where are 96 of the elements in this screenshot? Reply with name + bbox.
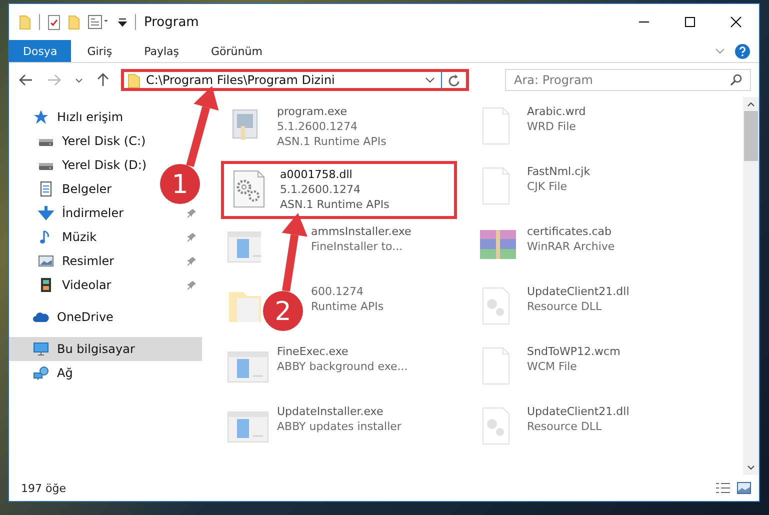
sidebar-label: Resimler [62,254,114,268]
file-detail: ABBY background exe... [277,359,408,374]
sidebar-item[interactable]: Bu bilgisayar [9,337,202,361]
file-name: Arabic.wrd [527,104,586,119]
sidebar-label: Bu bilgisayar [57,342,135,356]
sidebar-item[interactable]: Müzik [9,225,101,249]
file-name: ammsInstaller.exe [311,224,412,239]
file-name: UpdateClient21.dll [527,284,630,299]
download-arrow-icon [38,205,54,221]
sidebar-label: Videolar [62,278,112,292]
sidebar-label: Belgeler [62,182,112,196]
ribbon-tab[interactable]: Dosya [9,40,72,62]
file-detail: Runtime APIs [311,299,384,314]
file-detail: 5.1.2600.1274 [277,119,358,134]
step-badge [263,291,303,331]
vertical-scrollbar[interactable] [743,97,759,475]
sidebar-label: Yerel Disk (C:) [62,134,146,148]
file-detail: FineInstaller to... [311,239,403,254]
document-icon [38,181,54,197]
help-icon[interactable] [735,44,750,58]
file-name: UpdateClient21.dll [527,404,630,419]
sidebar-label: Ağ [57,366,73,380]
sidebar-item[interactable]: Videolar [9,273,116,297]
monitor-icon [33,341,49,357]
sidebar-item[interactable]: Yerel Disk (C:) [9,129,150,153]
recent-caret-icon[interactable] [75,78,83,82]
file-detail: Resource DLL [527,419,602,434]
customize-caret-icon[interactable] [118,17,127,27]
dropdown-caret-icon[interactable] [425,77,435,83]
scroll-thumb[interactable] [744,111,758,161]
highlighted-file[interactable]: a0001758.dll 5.1.2600.1274 ASN.1 Runtime APIs [221,161,457,219]
address-bar[interactable]: C:\Program Files\Program Dizini [121,69,469,91]
pin-icon[interactable] [187,232,197,242]
sidebar-item[interactable]: Resimler [9,249,118,273]
address-path: C:\Program Files\Program Dizini [146,73,336,87]
scroll-down-icon[interactable] [747,465,755,470]
file-detail: ABBY updates installer [277,419,402,434]
step-number: 2 [274,297,292,327]
item-count: 197 öğe [21,482,66,494]
properties-icon[interactable] [88,15,110,29]
details-view-icon[interactable] [715,482,731,494]
search-icon[interactable] [730,74,742,86]
sidebar-label: İndirmeler [62,206,124,220]
sidebar-item[interactable]: Hızlı erişim [9,105,128,129]
picture-icon [38,253,54,269]
sidebar-item[interactable]: İndirmeler [9,201,128,225]
file-name: FastNml.cjk [527,164,590,179]
sidebar-label: OneDrive [57,310,114,324]
ribbon-tab[interactable]: Paylaş [128,40,195,62]
file-name: certificates.cab [527,224,612,239]
back-arrow-icon[interactable] [19,74,33,86]
file-detail: ASN.1 Runtime APIs [280,197,390,212]
sidebar-label: Yerel Disk (D:) [62,158,147,172]
star-icon [33,109,49,125]
folder-icon[interactable] [68,14,80,30]
ribbon-tab[interactable]: Giriş [71,40,128,62]
film-strip-icon [38,277,54,293]
file-detail: WinRAR Archive [527,239,615,254]
search-field[interactable]: Ara: Program [505,69,751,91]
close-icon [730,16,742,28]
file-name: FineExec.exe [277,344,348,359]
folder-icon [128,72,140,88]
network-icon [33,365,49,381]
sidebar-item[interactable]: Belgeler [9,177,116,201]
file-name: program.exe [277,104,347,119]
step-number: 1 [172,170,188,200]
file-detail: WRD File [527,119,576,134]
file-detail: CJK File [527,179,568,194]
file-detail: WCM File [527,359,577,374]
step-badge [160,164,200,204]
sidebar-item[interactable]: Yerel Disk (D:) [9,153,151,177]
file-name: a0001758.dll [280,167,352,182]
sidebar-item[interactable]: Ağ [9,361,77,385]
file-name: UpdateInstaller.exe [277,404,384,419]
pin-icon[interactable] [187,256,197,266]
expand-ribbon-icon[interactable] [715,48,725,54]
large-icons-view-icon[interactable] [737,482,751,494]
window-title: Program [144,14,199,30]
forward-arrow-icon[interactable] [47,74,61,86]
file-name: SndToWP12.wcm [527,344,620,359]
checklist-icon[interactable] [48,14,60,30]
sidebar-item[interactable]: OneDrive [9,305,118,329]
file-detail: ASN.1 Runtime APIs [277,134,386,149]
folder-icon[interactable] [19,14,31,30]
pin-icon[interactable] [187,208,197,218]
pin-icon[interactable] [187,280,197,290]
sidebar-label: Hızlı erişim [57,110,124,124]
file-detail: 600.1274 [311,284,364,299]
up-arrow-icon[interactable] [97,73,109,87]
maximize-icon [684,16,696,28]
ribbon-tab[interactable]: Görünüm [195,40,278,62]
file-detail: 5.1.2600.1274 [280,182,360,197]
scroll-up-icon[interactable] [747,102,755,107]
sidebar-label: Müzik [62,230,97,244]
file-detail: Resource DLL [527,299,602,314]
refresh-icon[interactable] [448,74,460,86]
